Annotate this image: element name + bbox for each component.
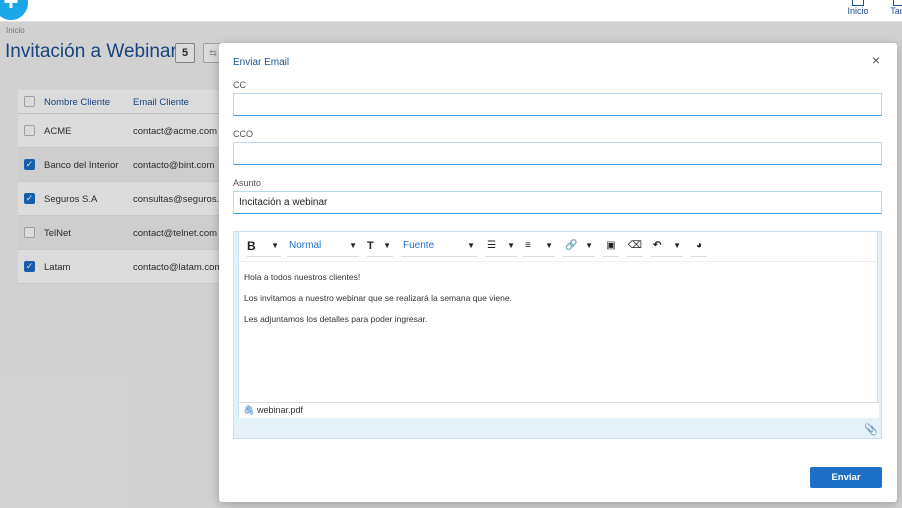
image-icon: ▣ [606,240,616,251]
paperclip-icon: 🖇 [243,405,255,415]
send-button[interactable]: Enviar [810,467,882,488]
rich-text-editor: B ▼ Normal ▼ T ▼ Fuente ▼ ☰ ▼ ≡ ▼ 🔗 ▼ ▣ … [238,232,879,418]
eraser-icon: ⌫ [627,240,643,251]
bold-icon: B [247,239,256,253]
chevron-down-icon: ▼ [383,241,391,250]
bold-button[interactable]: B ▼ [247,237,281,257]
close-icon[interactable]: × [869,53,883,67]
font-size-icon: T [367,240,374,252]
asunto-label: Asunto [233,178,262,188]
chevron-down-icon: ▼ [349,241,357,250]
list-icon: ☰ [487,240,496,251]
nav-tareas-label: Tare [890,6,902,16]
font-label: Fuente [403,240,435,251]
editor-content[interactable]: Hola a todos nuestros clientes! Los invi… [244,272,512,335]
editor-toolbar: B ▼ Normal ▼ T ▼ Fuente ▼ ☰ ▼ ≡ ▼ 🔗 ▼ ▣ … [239,232,879,262]
undo-icon: ↶ [653,240,662,251]
top-bar: + Inicio Tare [0,0,902,22]
align-button[interactable]: ≡ ▼ [523,237,555,257]
nav-tareas-button[interactable]: Tare [884,0,902,22]
clear-format-button[interactable]: ⌫ [627,237,643,257]
list-button[interactable]: ☰ ▼ [485,237,517,257]
send-email-dialog: Enviar Email × CC CCO Asunto B▼ Normal▼ … [219,43,897,502]
body-line: Los invitamos a nuestro webinar que se r… [244,293,512,303]
attach-file-icon[interactable]: 📎 [864,423,878,436]
asunto-input[interactable] [233,191,882,214]
chevron-down-icon: ▼ [271,241,279,250]
font-select[interactable]: Fuente ▼ [401,237,477,257]
nav-inicio-button[interactable]: Inicio [842,0,874,22]
chevron-down-icon: ▼ [507,241,515,250]
attachment-bar: 🖇 webinar.pdf [239,402,879,418]
chevron-down-icon: ▼ [585,241,593,250]
link-button[interactable]: 🔗 ▼ [563,237,595,257]
image-button[interactable]: ▣ [603,237,619,257]
chevron-down-icon: ▼ [673,241,681,250]
format-select[interactable]: Normal ▼ [287,237,359,257]
palette-icon: ◕ [695,240,703,251]
nav-inicio-label: Inicio [847,6,869,16]
link-icon: 🔗 [565,240,578,251]
dialog-title: Enviar Email [233,57,290,68]
rich-text-editor-container: B ▼ Normal ▼ T ▼ Fuente ▼ ☰ ▼ ≡ ▼ 🔗 ▼ ▣ … [233,231,882,439]
attachment-link[interactable]: webinar.pdf [257,405,303,415]
undo-button[interactable]: ↶ ▼ [651,237,683,257]
cco-input[interactable] [233,142,882,165]
chevron-down-icon: ▼ [467,241,475,250]
chevron-down-icon: ▼ [545,241,553,250]
body-line: Les adjuntamos los detalles para poder i… [244,314,428,324]
color-button[interactable]: ◕ [691,237,707,257]
body-line: Hola a todos nuestros clientes! [244,272,361,282]
font-size-button[interactable]: T ▼ [367,237,393,257]
cco-label: CCO [233,129,253,139]
cc-input[interactable] [233,93,882,116]
cc-label: CC [233,80,246,90]
align-left-icon: ≡ [525,240,531,251]
add-button[interactable]: + [0,0,28,20]
format-label: Normal [289,240,322,251]
